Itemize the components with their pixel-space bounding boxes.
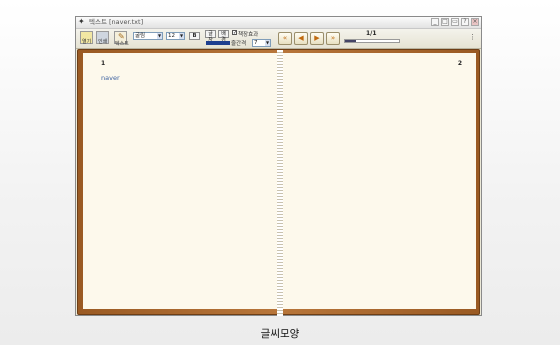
print-button[interactable]: 인쇄 (96, 31, 109, 45)
spacing-value: 7 (254, 40, 258, 46)
first-page-button[interactable]: « (278, 32, 292, 45)
right-page: 2 (280, 53, 476, 309)
font-name-value: 굴림 (135, 33, 146, 39)
title-bar: ✦ 텍스트 [naver.txt] _ □ ▭ ? × (76, 17, 481, 29)
book: 1 naver 2 (77, 49, 480, 316)
text-color-button[interactable]: 글자 (205, 30, 216, 43)
book-spine (277, 50, 283, 316)
next-page-button[interactable]: ▶ (310, 32, 324, 45)
double-arrow-right-icon: » (330, 34, 336, 42)
restore-button[interactable]: ▭ (451, 18, 459, 26)
last-page-button[interactable]: » (326, 32, 340, 45)
left-page: 1 naver (83, 53, 279, 309)
open-label: 열기 (82, 39, 92, 45)
arrow-left-icon: ◀ (298, 34, 304, 42)
font-size-value: 12 (168, 33, 175, 39)
chevron-down-icon: ▼ (265, 40, 270, 46)
left-page-number: 1 (101, 60, 106, 67)
page-counter: 1/1 (366, 30, 377, 37)
window-title: 텍스트 [naver.txt] (89, 18, 144, 26)
print-label: 인쇄 (98, 39, 108, 45)
edit-label: 텍스트 (115, 41, 129, 47)
font-size-select[interactable]: 12 ▼ (166, 32, 185, 40)
close-button[interactable]: × (471, 18, 479, 26)
background-color-button[interactable]: 배경 (218, 30, 229, 43)
toolbar-grip-icon: ⋮ (469, 33, 476, 41)
effect-checkbox-label: 책장효과 (238, 32, 259, 38)
arrow-right-icon: ▶ (314, 34, 320, 42)
edit-button[interactable]: ✎ 텍스트 (114, 31, 129, 47)
help-button[interactable]: ? (461, 18, 469, 26)
page-slider-fill (345, 40, 356, 42)
app-icon: ✦ (78, 17, 85, 26)
chevron-down-icon: ▼ (157, 33, 162, 39)
maximize-button[interactable]: □ (441, 18, 449, 26)
right-page-number: 2 (457, 60, 462, 67)
spacing-label: 줄간격 (231, 41, 247, 47)
color-preview (206, 41, 230, 45)
chevron-down-icon: ▼ (179, 33, 184, 39)
prev-page-button[interactable]: ◀ (294, 32, 308, 45)
page-slider[interactable] (344, 39, 400, 43)
double-arrow-left-icon: « (282, 34, 288, 42)
caption: 글씨모양 (260, 328, 300, 340)
left-page-text: naver (101, 74, 120, 82)
bold-button[interactable]: B (189, 32, 200, 40)
spacing-select[interactable]: 7 ▼ (252, 39, 271, 47)
font-name-select[interactable]: 굴림 ▼ (133, 32, 163, 40)
app-window: ✦ 텍스트 [naver.txt] _ □ ▭ ? × 열기 인쇄 ✎ 텍스트 … (75, 16, 482, 316)
minimize-button[interactable]: _ (431, 18, 439, 26)
toolbar: 열기 인쇄 ✎ 텍스트 굴림 ▼ 12 ▼ B 글자 배경 ✓ 책장효과 줄간격… (76, 29, 481, 49)
effect-checkbox[interactable]: ✓ (232, 30, 237, 36)
open-button[interactable]: 열기 (80, 31, 93, 45)
